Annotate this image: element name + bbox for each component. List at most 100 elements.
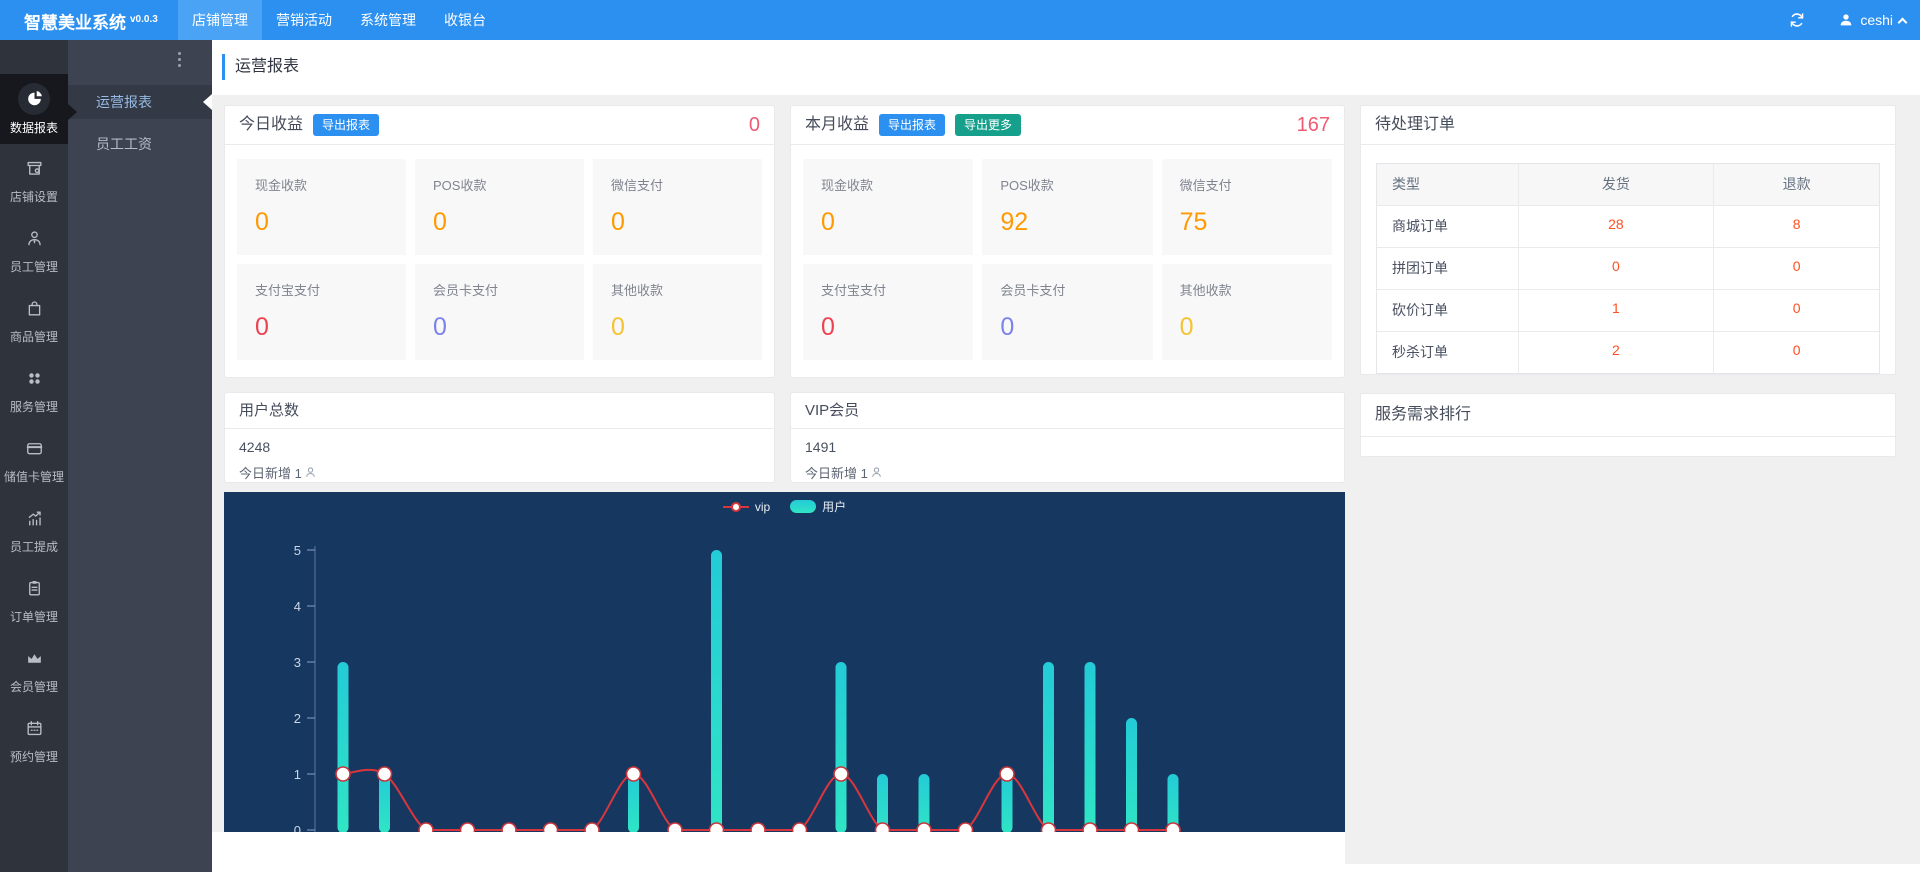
pie-chart-icon [18, 83, 50, 115]
stat-tile-member-card: 会员卡支付0 [982, 264, 1152, 360]
sidebar-item-label: 员工提成 [10, 538, 58, 555]
user-icon [1838, 12, 1854, 28]
stat-tile-wechat: 微信支付 75 [1162, 159, 1332, 255]
card-title: 今日收益 [239, 106, 303, 144]
sidebar-item-label: 服务管理 [10, 398, 58, 415]
top-bar: 智慧美业系统 v0.0.3 店铺管理 营销活动 系统管理 收银台 ceshi [0, 0, 1920, 40]
user-menu[interactable]: ceshi [1838, 12, 1906, 28]
sidebar-item-label: 商品管理 [10, 328, 58, 345]
vip-members-card: VIP会员 1491 今日新增 1 [790, 392, 1345, 483]
pending-orders-table: 类型 发货 退款 商城订单 28 8 拼团订单 0 0 砍价订单 1 0 [1376, 163, 1880, 374]
stat-tile-cash: 现金收款0 [803, 159, 973, 255]
sidebar-item-data-reports[interactable]: 数据报表 [0, 74, 68, 144]
table-row: 秒杀订单 2 0 [1377, 331, 1879, 373]
legend-item-vip[interactable]: vip [723, 498, 770, 515]
sidebar-item-member-management[interactable]: 会员管理 [0, 634, 68, 704]
stat-value: 0 [1180, 313, 1314, 342]
tab-shop-management[interactable]: 店铺管理 [178, 0, 262, 40]
top-nav: 店铺管理 营销活动 系统管理 收银台 [178, 0, 500, 40]
export-more-button[interactable]: 导出更多 [955, 114, 1021, 136]
commission-chart-icon [19, 504, 49, 534]
store-icon [19, 154, 49, 184]
card-title: 待处理订单 [1375, 106, 1455, 144]
table-row: 拼团订单 0 0 [1377, 247, 1879, 289]
legend-label: vip [755, 500, 770, 514]
active-arrow-icon [203, 94, 212, 110]
sidebar-item-goods-management[interactable]: 商品管理 [0, 284, 68, 354]
new-user-icon [304, 466, 317, 479]
main-area: 运营报表 今日收益 导出报表 0 现金收款0 POS收款0 微信支付0 支付宝支… [212, 40, 1920, 872]
ship-count: 1 [1518, 290, 1714, 331]
card-title: 服务需求排行 [1375, 394, 1471, 436]
sidebar-item-staff-commission[interactable]: 员工提成 [0, 494, 68, 564]
stat-tile-alipay: 支付宝支付 0 [803, 264, 973, 360]
stat-tile-pos: POS收款0 [415, 159, 584, 255]
stat-value: 75 [1180, 208, 1314, 237]
stat-label: 其他收款 [611, 280, 744, 299]
stat-label: 微信支付 [1180, 175, 1314, 194]
svg-text:3: 3 [294, 655, 301, 670]
users-vip-chart-panel: vip 用户 012345 [224, 492, 1345, 832]
tab-marketing[interactable]: 营销活动 [262, 0, 346, 40]
username: ceshi [1860, 12, 1893, 28]
refund-count: 0 [1713, 248, 1879, 289]
collapse-handle-icon[interactable] [176, 52, 188, 67]
submenu-item-label: 员工工资 [96, 136, 152, 152]
sidebar-item-service-management[interactable]: 服务管理 [0, 354, 68, 424]
stat-label: 其他收款 [1180, 280, 1314, 299]
member-crown-icon [19, 644, 49, 674]
sidebar-active-arrow-icon [68, 104, 77, 120]
sidebar-item-label: 预约管理 [10, 748, 58, 765]
ship-count: 0 [1518, 248, 1714, 289]
refresh-icon[interactable] [1786, 9, 1808, 31]
svg-text:1: 1 [294, 767, 301, 782]
svg-text:2: 2 [294, 711, 301, 726]
pending-orders-card: 待处理订单 类型 发货 退款 商城订单 28 8 拼团订单 0 0 [1360, 105, 1896, 375]
sidebar-item-staff-management[interactable]: 员工管理 [0, 214, 68, 284]
sidebar-item-stored-card-management[interactable]: 储值卡管理 [0, 424, 68, 494]
tab-system[interactable]: 系统管理 [346, 0, 430, 40]
stat-label: 会员卡支付 [1000, 280, 1134, 299]
sidebar-item-appointment-management[interactable]: 预约管理 [0, 704, 68, 774]
submenu-item-operation-report[interactable]: 运营报表 [68, 85, 212, 119]
export-report-button[interactable]: 导出报表 [879, 114, 945, 136]
app-version: v0.0.3 [130, 14, 158, 25]
ship-count: 2 [1518, 332, 1714, 373]
refund-count: 0 [1713, 290, 1879, 331]
stat-tile-pos: POS收款92 [982, 159, 1152, 255]
legend-label: 用户 [822, 498, 846, 515]
legend-bar-swatch-icon [790, 500, 816, 513]
tab-cashier[interactable]: 收银台 [430, 0, 500, 40]
stat-label: 现金收款 [255, 175, 388, 194]
order-clipboard-icon [19, 574, 49, 604]
stat-tiles: 现金收款0 POS收款92 微信支付 75 支付宝支付 0 会员卡支付0 其他收款 0 [791, 145, 1344, 374]
sidebar-item-store-settings[interactable]: 店铺设置 [0, 144, 68, 214]
svg-text:0: 0 [294, 823, 301, 832]
refund-count: 0 [1713, 332, 1879, 373]
today-new-vip: 今日新增 1 [805, 463, 868, 482]
card-title: 用户总数 [239, 393, 299, 428]
stat-tile-wechat: 微信支付0 [593, 159, 762, 255]
stat-value: 0 [611, 313, 744, 342]
legend-item-users[interactable]: 用户 [790, 498, 846, 515]
chart-legend: vip 用户 [224, 498, 1345, 515]
month-total-value: 167 [1297, 106, 1330, 144]
stat-tiles: 现金收款0 POS收款0 微信支付0 支付宝支付0 会员卡支付0 其他收款0 [225, 145, 774, 374]
vip-total-value: 1491 [805, 439, 1330, 455]
stat-value: 92 [1000, 208, 1134, 237]
secondary-sidebar: 运营报表 员工工资 [68, 40, 212, 872]
export-report-button[interactable]: 导出报表 [313, 114, 379, 136]
sidebar-item-label: 储值卡管理 [4, 468, 64, 485]
month-income-card: 本月收益 导出报表 导出更多 167 现金收款0 POS收款92 微信支付75 … [790, 105, 1345, 378]
stat-value: 0 [821, 313, 955, 342]
stat-label: 支付宝支付 [821, 280, 955, 299]
app-title: 智慧美业系统 [24, 14, 126, 33]
stat-value: 0 [433, 313, 566, 342]
content-area: 今日收益 导出报表 0 现金收款0 POS收款0 微信支付0 支付宝支付0 会员… [212, 95, 1920, 864]
stat-label: 会员卡支付 [433, 280, 566, 299]
sidebar-item-order-management[interactable]: 订单管理 [0, 564, 68, 634]
page-header: 运营报表 [212, 40, 1920, 95]
submenu-item-staff-salary[interactable]: 员工工资 [68, 127, 212, 161]
stat-value: 0 [433, 208, 566, 237]
table-header-row: 类型 发货 退款 [1377, 164, 1879, 205]
